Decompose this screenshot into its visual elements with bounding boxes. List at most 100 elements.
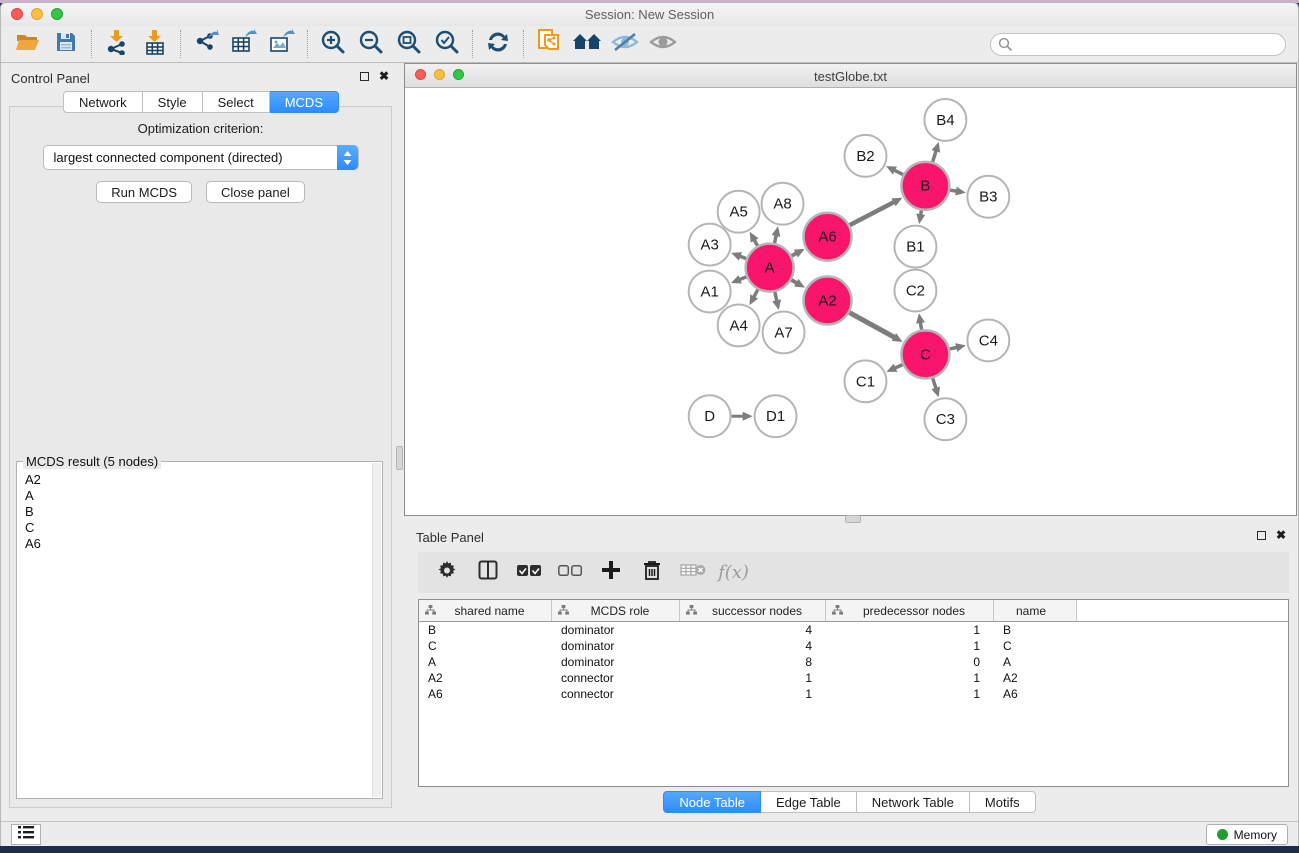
table-row[interactable]: Cdominator41C xyxy=(419,638,1288,654)
table-cell[interactable]: 1 xyxy=(680,671,826,685)
table-cell[interactable]: C xyxy=(994,639,1077,653)
table-cell[interactable]: A6 xyxy=(419,687,552,701)
run-mcds-button[interactable]: Run MCDS xyxy=(96,181,192,203)
close-panel-icon[interactable]: ✖ xyxy=(1276,530,1286,540)
edge-B-B1[interactable] xyxy=(921,210,922,215)
node-B2[interactable]: B2 xyxy=(845,135,887,177)
deselect-all-button[interactable] xyxy=(551,557,588,588)
table-cell[interactable]: C xyxy=(419,639,552,653)
table-cell[interactable]: connector xyxy=(552,687,680,701)
network-graph[interactable]: B4B2BB3A5A8A6A3B1AA1C2A2A4A7C4CC1DD1C3 xyxy=(405,88,1296,515)
node-A1[interactable]: A1 xyxy=(689,271,731,313)
table-cell[interactable]: A6 xyxy=(994,687,1077,701)
show-columns-button[interactable] xyxy=(469,557,506,588)
zoom-in-button[interactable] xyxy=(314,29,352,60)
table-cell[interactable]: dominator xyxy=(552,655,680,669)
export-table-button[interactable] xyxy=(225,29,263,60)
close-panel-button[interactable]: Close panel xyxy=(206,181,305,203)
table-cell[interactable]: 4 xyxy=(680,639,826,653)
refresh-view-button[interactable] xyxy=(479,29,517,60)
edge-A-A3[interactable] xyxy=(740,256,747,259)
result-item[interactable]: A2 xyxy=(25,472,374,488)
node-A3[interactable]: A3 xyxy=(689,224,731,266)
node-C3[interactable]: C3 xyxy=(924,398,966,440)
show-all-button[interactable] xyxy=(644,29,682,60)
tab-network-table[interactable]: Network Table xyxy=(857,791,970,813)
node-D[interactable]: D xyxy=(689,395,731,437)
node-C4[interactable]: C4 xyxy=(967,319,1009,361)
tab-motifs[interactable]: Motifs xyxy=(970,791,1036,813)
result-item[interactable]: A xyxy=(25,488,374,504)
table-cell[interactable]: 1 xyxy=(826,687,994,701)
tab-select[interactable]: Select xyxy=(203,91,270,113)
result-item[interactable]: C xyxy=(25,520,374,536)
vertical-splitter-handle[interactable] xyxy=(396,446,403,470)
edge-B-B3[interactable] xyxy=(950,190,957,191)
table-cell[interactable]: B xyxy=(994,623,1077,637)
result-item[interactable]: A6 xyxy=(25,536,374,552)
tab-style[interactable]: Style xyxy=(143,91,203,113)
node-A6[interactable]: A6 xyxy=(804,213,852,261)
column-header-successor-nodes[interactable]: successor nodes xyxy=(680,600,826,621)
search-input[interactable] xyxy=(990,33,1286,56)
function-builder-button[interactable]: f(x) xyxy=(715,557,752,588)
node-A4[interactable]: A4 xyxy=(718,304,760,346)
memory-button[interactable]: Memory xyxy=(1206,824,1288,845)
tab-node-table[interactable]: Node Table xyxy=(663,791,761,813)
zoom-selected-button[interactable] xyxy=(428,29,466,60)
close-panel-icon[interactable]: ✖ xyxy=(379,71,389,81)
edge-B-B2[interactable] xyxy=(894,170,903,174)
tab-mcds[interactable]: MCDS xyxy=(270,91,339,113)
node-D1[interactable]: D1 xyxy=(755,395,797,437)
node-C2[interactable]: C2 xyxy=(894,270,936,312)
table-row[interactable]: A6connector11A6 xyxy=(419,686,1288,702)
import-table-button[interactable] xyxy=(136,29,174,60)
table-cell[interactable]: 1 xyxy=(826,671,994,685)
delete-table-button[interactable] xyxy=(674,557,711,588)
table-cell[interactable]: 1 xyxy=(680,687,826,701)
table-cell[interactable]: A2 xyxy=(419,671,552,685)
node-A2[interactable]: A2 xyxy=(804,277,852,325)
edge-B-B4[interactable] xyxy=(933,150,936,161)
node-A7[interactable]: A7 xyxy=(763,311,805,353)
table-cell[interactable]: 8 xyxy=(680,655,826,669)
table-cell[interactable]: 1 xyxy=(826,623,994,637)
table-cell[interactable]: A xyxy=(419,655,552,669)
node-A8[interactable]: A8 xyxy=(762,183,804,225)
table-cell[interactable]: dominator xyxy=(552,623,680,637)
zoom-fit-button[interactable] xyxy=(390,29,428,60)
node-A[interactable]: A xyxy=(746,244,794,292)
optimization-criterion-select[interactable]: largest connected component (directed) xyxy=(43,145,359,170)
edge-A2-C[interactable] xyxy=(849,313,894,338)
result-scrollbar[interactable] xyxy=(372,463,381,797)
edge-A-A6[interactable] xyxy=(792,253,797,256)
export-network-button[interactable] xyxy=(187,29,225,60)
table-cell[interactable]: A xyxy=(994,655,1077,669)
table-cell[interactable]: 1 xyxy=(826,639,994,653)
edge-C-C4[interactable] xyxy=(950,347,957,349)
edge-C-C2[interactable] xyxy=(920,322,921,330)
table-cell[interactable]: B xyxy=(419,623,552,637)
float-panel-icon[interactable] xyxy=(1257,531,1266,540)
edge-A-A5[interactable] xyxy=(754,240,757,246)
table-row[interactable]: Adominator80A xyxy=(419,654,1288,670)
edge-A-A7[interactable] xyxy=(775,292,777,301)
edge-C-C3[interactable] xyxy=(933,378,936,388)
edge-A-A4[interactable] xyxy=(754,290,758,298)
table-row[interactable]: Bdominator41B xyxy=(419,622,1288,638)
edge-C-C1[interactable] xyxy=(895,365,903,369)
column-header-predecessor-nodes[interactable]: predecessor nodes xyxy=(826,600,994,621)
new-network-from-selection-button[interactable] xyxy=(530,29,568,60)
tab-edge-table[interactable]: Edge Table xyxy=(761,791,857,813)
table-settings-button[interactable] xyxy=(428,557,465,588)
table-cell[interactable]: 0 xyxy=(826,655,994,669)
table-cell[interactable]: A2 xyxy=(994,671,1077,685)
table-cell[interactable]: 4 xyxy=(680,623,826,637)
export-image-button[interactable] xyxy=(263,29,301,60)
zoom-out-button[interactable] xyxy=(352,29,390,60)
node-B3[interactable]: B3 xyxy=(967,176,1009,218)
edge-A6-B[interactable] xyxy=(850,202,895,225)
node-C[interactable]: C xyxy=(901,330,949,378)
result-item[interactable]: B xyxy=(25,504,374,520)
node-C1[interactable]: C1 xyxy=(845,360,887,402)
